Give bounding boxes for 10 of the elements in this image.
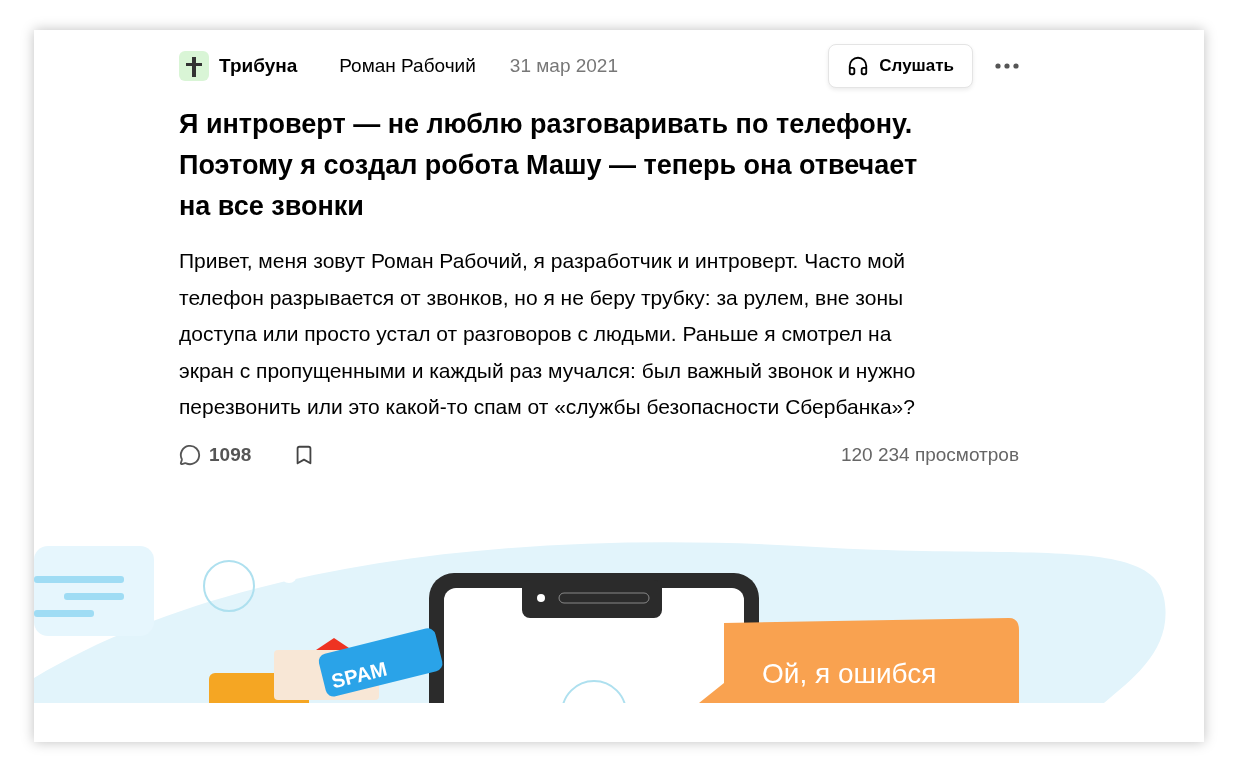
- publish-date: 31 мар 2021: [509, 55, 619, 77]
- listen-button[interactable]: Слушать: [828, 44, 973, 88]
- comments-button[interactable]: 1098: [179, 443, 252, 466]
- speech-bubble-text: Ой, я ошибся: [762, 657, 937, 689]
- author-name[interactable]: Роман Рабочий: [339, 55, 476, 77]
- article-lead: Привет, меня зовут Роман Рабочий, я разработчик и интроверт. Часто мой телефон разрывается от звонков, но я не беру трубку: за рулем, вне зоны доступа или просто устал от разговоров с людьми. Раньше я смотрел на экран с пропущенными и каждый раз мучался: был важный звонок и нужно перезвонить или это какой-то спам от «службы безопасности Сбербанка»?: [179, 248, 917, 420]
- view-count: 120 234 просмотров: [840, 443, 1019, 466]
- spam-label: SPAM: [329, 657, 390, 692]
- publication-name[interactable]: Трибуна: [219, 55, 298, 77]
- article-title[interactable]: Я интроверт — не люблю разговаривать по телефону. Поэтому я создал робота Машу — теперь она отвечает на все звонки: [179, 104, 949, 227]
